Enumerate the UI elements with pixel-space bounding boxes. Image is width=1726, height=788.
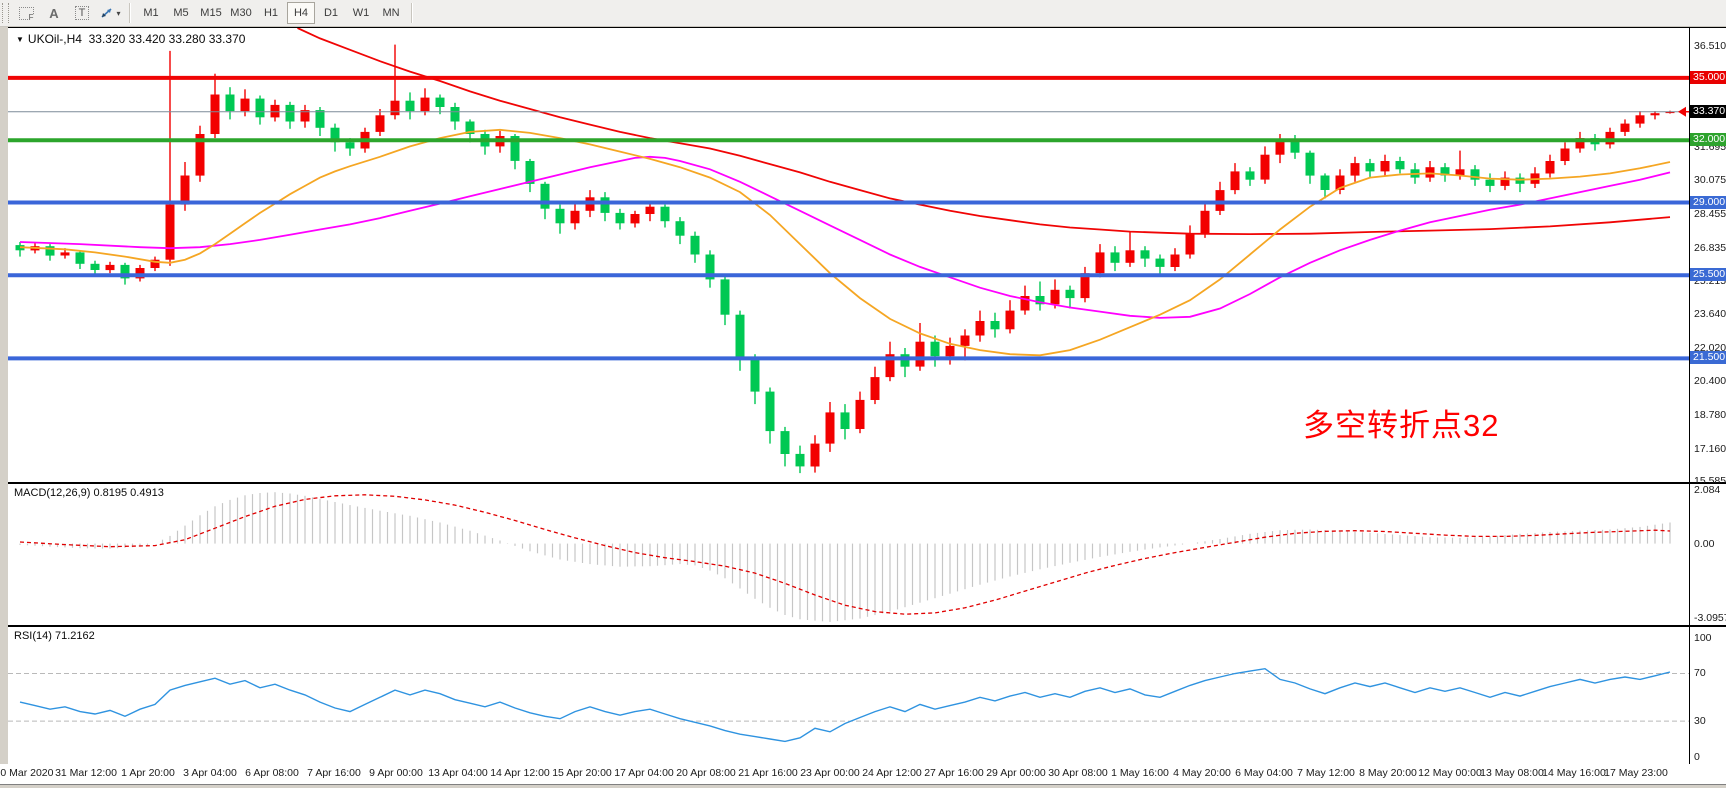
price-tick: 26.835	[1694, 242, 1726, 254]
toolbar-grip[interactable]	[2, 3, 9, 23]
time-axis[interactable]: 30 Mar 202031 Mar 12:00 1 Apr 20:00 3 Apr …	[0, 764, 1726, 784]
time-axis-label: 29 Apr 00:00	[986, 767, 1046, 779]
time-axis-label: 8 May 20:00	[1359, 767, 1417, 779]
price-tick: 28.455	[1694, 208, 1726, 220]
text-label-button[interactable]: T	[69, 2, 95, 24]
timeframe-d1-button[interactable]: D1	[317, 2, 345, 24]
grid-icon: F	[19, 7, 34, 20]
price-badge: 21.500	[1690, 351, 1726, 364]
ohlc-values: 33.320 33.420 33.280 33.370	[89, 32, 246, 46]
chart-annotation-text: 多空转折点32	[1303, 400, 1499, 445]
rsi-canvas[interactable]	[8, 627, 1689, 764]
price-tick: 17.160	[1694, 443, 1726, 455]
toolbar: F A T ▾ M1M5M15M30H1H4D1W1MN	[0, 0, 1726, 27]
toolbar-separator	[129, 3, 131, 23]
font-button[interactable]: A	[41, 2, 67, 24]
price-badge: 32.000	[1690, 133, 1726, 146]
rsi-tick: 70	[1694, 667, 1706, 679]
rsi-tick: 0	[1694, 751, 1700, 763]
timeframe-h4-button[interactable]: H4	[287, 2, 315, 24]
chevron-down-icon: ▾	[116, 9, 120, 18]
draw-arrows-button[interactable]: ▾	[97, 2, 123, 24]
price-tick: 18.780	[1694, 409, 1726, 421]
time-axis-label: 27 Apr 16:00	[924, 767, 984, 779]
price-badge: 29.000	[1690, 196, 1726, 209]
time-axis-label: 17 May 23:00	[1604, 767, 1668, 779]
time-axis-label: 30 Mar 2020	[0, 767, 53, 779]
time-axis-label: 14 Apr 12:00	[490, 767, 550, 779]
time-axis-label: 6 Apr 08:00	[245, 767, 299, 779]
rsi-label: RSI(14) 71.2162	[14, 630, 95, 642]
time-axis-label: 15 Apr 20:00	[552, 767, 612, 779]
price-tick: 30.075	[1694, 174, 1726, 186]
rsi-axis[interactable]: 100 70 30 0	[1689, 627, 1726, 764]
time-axis-label: 3 Apr 04:00	[183, 767, 237, 779]
time-axis-label: 13 Apr 04:00	[428, 767, 488, 779]
chevron-down-icon: ▼	[16, 35, 24, 44]
window-bottom-frame	[0, 784, 1726, 788]
timeframe-m15-button[interactable]: M15	[197, 2, 225, 24]
timeframe-mn-button[interactable]: MN	[377, 2, 405, 24]
price-badge: 35.000	[1690, 71, 1726, 84]
timeframe-m30-button[interactable]: M30	[227, 2, 255, 24]
timeframe-m1-button[interactable]: M1	[137, 2, 165, 24]
price-tick: 36.510	[1694, 40, 1726, 52]
macd-axis[interactable]: 2.084 0.00 -3.0957	[1689, 484, 1726, 625]
chart-title: ▼ UKOil-,H4 33.320 33.420 33.280 33.370	[16, 32, 245, 46]
time-axis-label: 23 Apr 00:00	[800, 767, 860, 779]
symbol-period-label: UKOil-,H4	[28, 32, 82, 46]
time-axis-label: 14 May 16:00	[1542, 767, 1606, 779]
timeframe-m5-button[interactable]: M5	[167, 2, 195, 24]
timeframe-group: M1M5M15M30H1H4D1W1MN	[136, 2, 406, 24]
font-a-icon: A	[49, 6, 58, 21]
macd-tick: 0.00	[1694, 538, 1714, 550]
time-axis-label: 24 Apr 12:00	[862, 767, 922, 779]
price-axis[interactable]: 36.51031.69530.07528.45526.83525.21523.6…	[1689, 28, 1726, 482]
price-pane[interactable]: ▼ UKOil-,H4 33.320 33.420 33.280 33.370 多…	[8, 27, 1726, 483]
time-axis-label: 17 Apr 04:00	[614, 767, 674, 779]
text-t-icon: T	[75, 6, 90, 20]
toolbar-separator	[411, 3, 413, 23]
macd-tick: -3.0957	[1694, 612, 1726, 624]
time-axis-label: 7 Apr 16:00	[307, 767, 361, 779]
time-axis-label: 30 Apr 08:00	[1048, 767, 1108, 779]
rsi-pane[interactable]: RSI(14) 71.2162 100 70 30 0	[8, 626, 1726, 765]
indicator-grid-icon[interactable]: F	[13, 2, 39, 24]
time-axis-label: 13 May 08:00	[1480, 767, 1544, 779]
time-axis-label: 7 May 12:00	[1297, 767, 1355, 779]
macd-canvas[interactable]	[8, 484, 1689, 625]
macd-label: MACD(12,26,9) 0.8195 0.4913	[14, 487, 164, 499]
price-badge: 33.370	[1690, 105, 1726, 118]
time-axis-label: 12 May 00:00	[1418, 767, 1482, 779]
timeframe-h1-button[interactable]: H1	[257, 2, 285, 24]
time-axis-label: 20 Apr 08:00	[676, 767, 736, 779]
macd-tick: 2.084	[1694, 484, 1720, 496]
time-axis-label: 31 Mar 12:00	[55, 767, 117, 779]
time-axis-label: 9 Apr 00:00	[369, 767, 423, 779]
chart-area: ▼ UKOil-,H4 33.320 33.420 33.280 33.370 多…	[0, 27, 1726, 788]
price-tick: 20.400	[1694, 375, 1726, 387]
timeframe-w1-button[interactable]: W1	[347, 2, 375, 24]
rsi-tick: 100	[1694, 632, 1712, 644]
macd-pane[interactable]: MACD(12,26,9) 0.8195 0.4913 2.084 0.00 -3.…	[8, 483, 1726, 626]
time-axis-label: 1 May 16:00	[1111, 767, 1169, 779]
draw-arrows-icon	[99, 6, 114, 20]
time-axis-label: 6 May 04:00	[1235, 767, 1293, 779]
time-axis-label: 1 Apr 20:00	[121, 767, 175, 779]
time-axis-label: 21 Apr 16:00	[738, 767, 798, 779]
rsi-tick: 30	[1694, 715, 1706, 727]
time-axis-label: 4 May 20:00	[1173, 767, 1231, 779]
trading-terminal-window: F A T ▾ M1M5M15M30H1H4D1W1MN ▼ UKOil-,H4 …	[0, 0, 1726, 788]
price-badge: 25.500	[1690, 268, 1726, 281]
price-tick: 23.640	[1694, 308, 1726, 320]
